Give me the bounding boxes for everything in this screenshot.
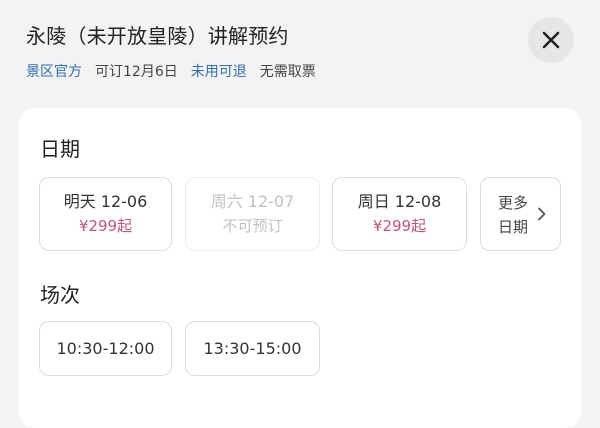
close-icon [542,31,560,49]
tag-list: 景区官方 可订12月6日 未用可退 无需取票 [26,62,329,82]
session-slot-2[interactable]: 13:30-15:00 [185,321,320,376]
date-chip-status: 不可预订 [222,217,283,235]
session-slot-1[interactable]: 10:30-12:00 [39,321,172,376]
date-section-label: 日期 [40,137,80,161]
tag-refundable: 未用可退 [190,64,247,80]
tag-bookable-date: 可订12月6日 [95,64,178,80]
session-section-label: 场次 [40,283,80,307]
date-chip-date: 明天 12-06 [63,192,148,211]
tag-official: 景区官方 [26,64,82,80]
date-chip-price: ¥299起 [78,217,133,235]
more-dates-line1: 更多 [498,194,529,212]
chevron-right-icon [538,207,546,221]
date-chip-price: ¥299起 [372,217,427,235]
booking-card: 日期 明天 12-06 ¥299起 周六 12-07 不可预订 周日 12-08… [19,108,581,428]
date-chip-date: 周日 12-08 [357,192,442,211]
more-dates-line2: 日期 [498,218,529,236]
date-chip-saturday: 周六 12-07 不可预订 [185,177,320,251]
tag-no-ticket-pickup: 无需取票 [259,64,316,80]
date-chip-date: 周六 12-07 [210,192,295,211]
page-title: 永陵（未开放皇陵）讲解预约 [26,24,289,48]
close-button[interactable] [528,17,574,63]
more-dates-label: 更多 日期 [498,191,532,239]
date-chip-tomorrow[interactable]: 明天 12-06 ¥299起 [39,177,172,251]
more-dates-button[interactable]: 更多 日期 [480,177,561,251]
date-chip-sunday[interactable]: 周日 12-08 ¥299起 [332,177,467,251]
header: 永陵（未开放皇陵）讲解预约 景区官方 可订12月6日 未用可退 无需取票 [0,0,600,104]
